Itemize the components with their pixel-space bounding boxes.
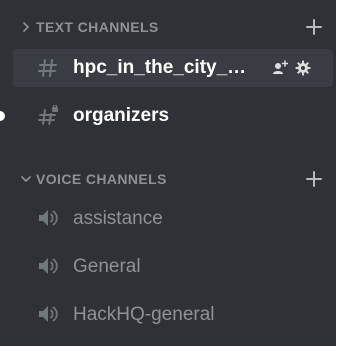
plus-icon [306,171,322,187]
channel-sidebar: TEXT CHANNELS hpc_in_the_city_st... orga… [0,0,336,346]
add-channel-button[interactable] [306,19,322,35]
channel-name: General [73,256,141,277]
text-channel-item[interactable]: organizers [13,97,333,135]
category-label: VOICE CHANNELS [36,171,167,187]
text-channel-item[interactable]: hpc_in_the_city_st... [13,49,333,87]
chevron-down-icon [21,172,31,186]
voice-channel-item[interactable]: HackHQ-general [13,295,333,333]
category-text-channels[interactable]: TEXT CHANNELS [0,16,336,38]
voice-channel-item[interactable]: General [13,247,333,285]
channel-name: organizers [73,105,170,126]
unread-indicator [0,111,5,121]
channel-name: assistance [73,208,163,229]
screenshot-border [0,346,343,354]
screenshot-border [336,0,343,354]
add-channel-button[interactable] [306,171,322,187]
channel-name: HackHQ-general [73,304,215,325]
speaker-icon [37,207,59,229]
chevron-right-icon [21,20,31,34]
plus-icon [306,19,322,35]
invite-member-icon[interactable] [272,60,288,76]
channel-name: hpc_in_the_city_st... [73,57,253,78]
speaker-icon [37,303,59,325]
gear-icon[interactable] [295,60,311,76]
speaker-icon [37,255,59,277]
voice-channel-item[interactable]: assistance [13,199,333,237]
hashtag-lock-icon [37,105,59,127]
hashtag-icon [37,57,59,79]
category-voice-channels[interactable]: VOICE CHANNELS [0,168,336,190]
category-label: TEXT CHANNELS [36,19,159,35]
